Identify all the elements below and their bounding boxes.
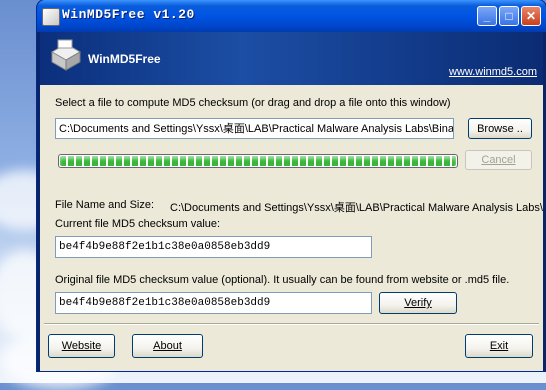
browse-button-label: Browse .. [477,122,523,135]
file-path-input[interactable]: C:\Documents and Settings\Yssx\桌面\LAB\Pr… [55,118,454,139]
browse-button[interactable]: Browse .. [468,118,532,139]
file-name-size-label: File Name and Size: [55,199,155,211]
progress-bar [58,154,458,168]
banner: WinMD5Free www.winmd5.com [40,32,543,85]
minimize-button[interactable]: _ [477,6,497,26]
verify-button[interactable]: Verify [379,292,457,314]
footer-divider [44,323,539,325]
current-md5-label: Current file MD5 checksum value: [55,218,221,230]
dialog-body: WinMD5Free www.winmd5.com Select a file … [40,32,543,371]
website-link[interactable]: www.winmd5.com [449,66,537,78]
original-md5-label: Original file MD5 checksum value (option… [55,274,510,286]
about-button-label: About [153,340,182,352]
original-md5-input[interactable]: be4f4b9e88f2e1b1c38e0a0858eb3dd9 [55,292,372,314]
maximize-button[interactable]: □ [499,6,519,26]
file-name-size-value: C:\Documents and Settings\Yssx\桌面\LAB\Pr… [170,202,543,214]
banner-app-name: WinMD5Free [88,52,161,66]
cancel-button-label: Cancel [481,154,516,166]
verify-button-label: Verify [404,297,432,309]
app-icon[interactable] [42,8,60,26]
app-window: WinMD5Free v1.20 _ □ ✕ WinMD5Free www.wi… [37,0,546,371]
website-button[interactable]: Website [48,334,115,358]
close-button[interactable]: ✕ [521,6,541,26]
window-title: WinMD5Free v1.20 [62,7,195,22]
md5-logo-icon [50,39,82,71]
cancel-button[interactable]: Cancel [465,150,532,170]
progress-fill [60,156,456,166]
about-button[interactable]: About [132,334,203,358]
exit-button-label: Exit [489,340,509,352]
title-bar[interactable]: WinMD5Free v1.20 _ □ ✕ [37,0,546,32]
select-file-prompt: Select a file to compute MD5 checksum (o… [55,97,451,109]
exit-button[interactable]: Exit [465,334,533,358]
current-md5-field[interactable]: be4f4b9e88f2e1b1c38e0a0858eb3dd9 [55,236,372,258]
website-button-label: Website [61,340,102,352]
